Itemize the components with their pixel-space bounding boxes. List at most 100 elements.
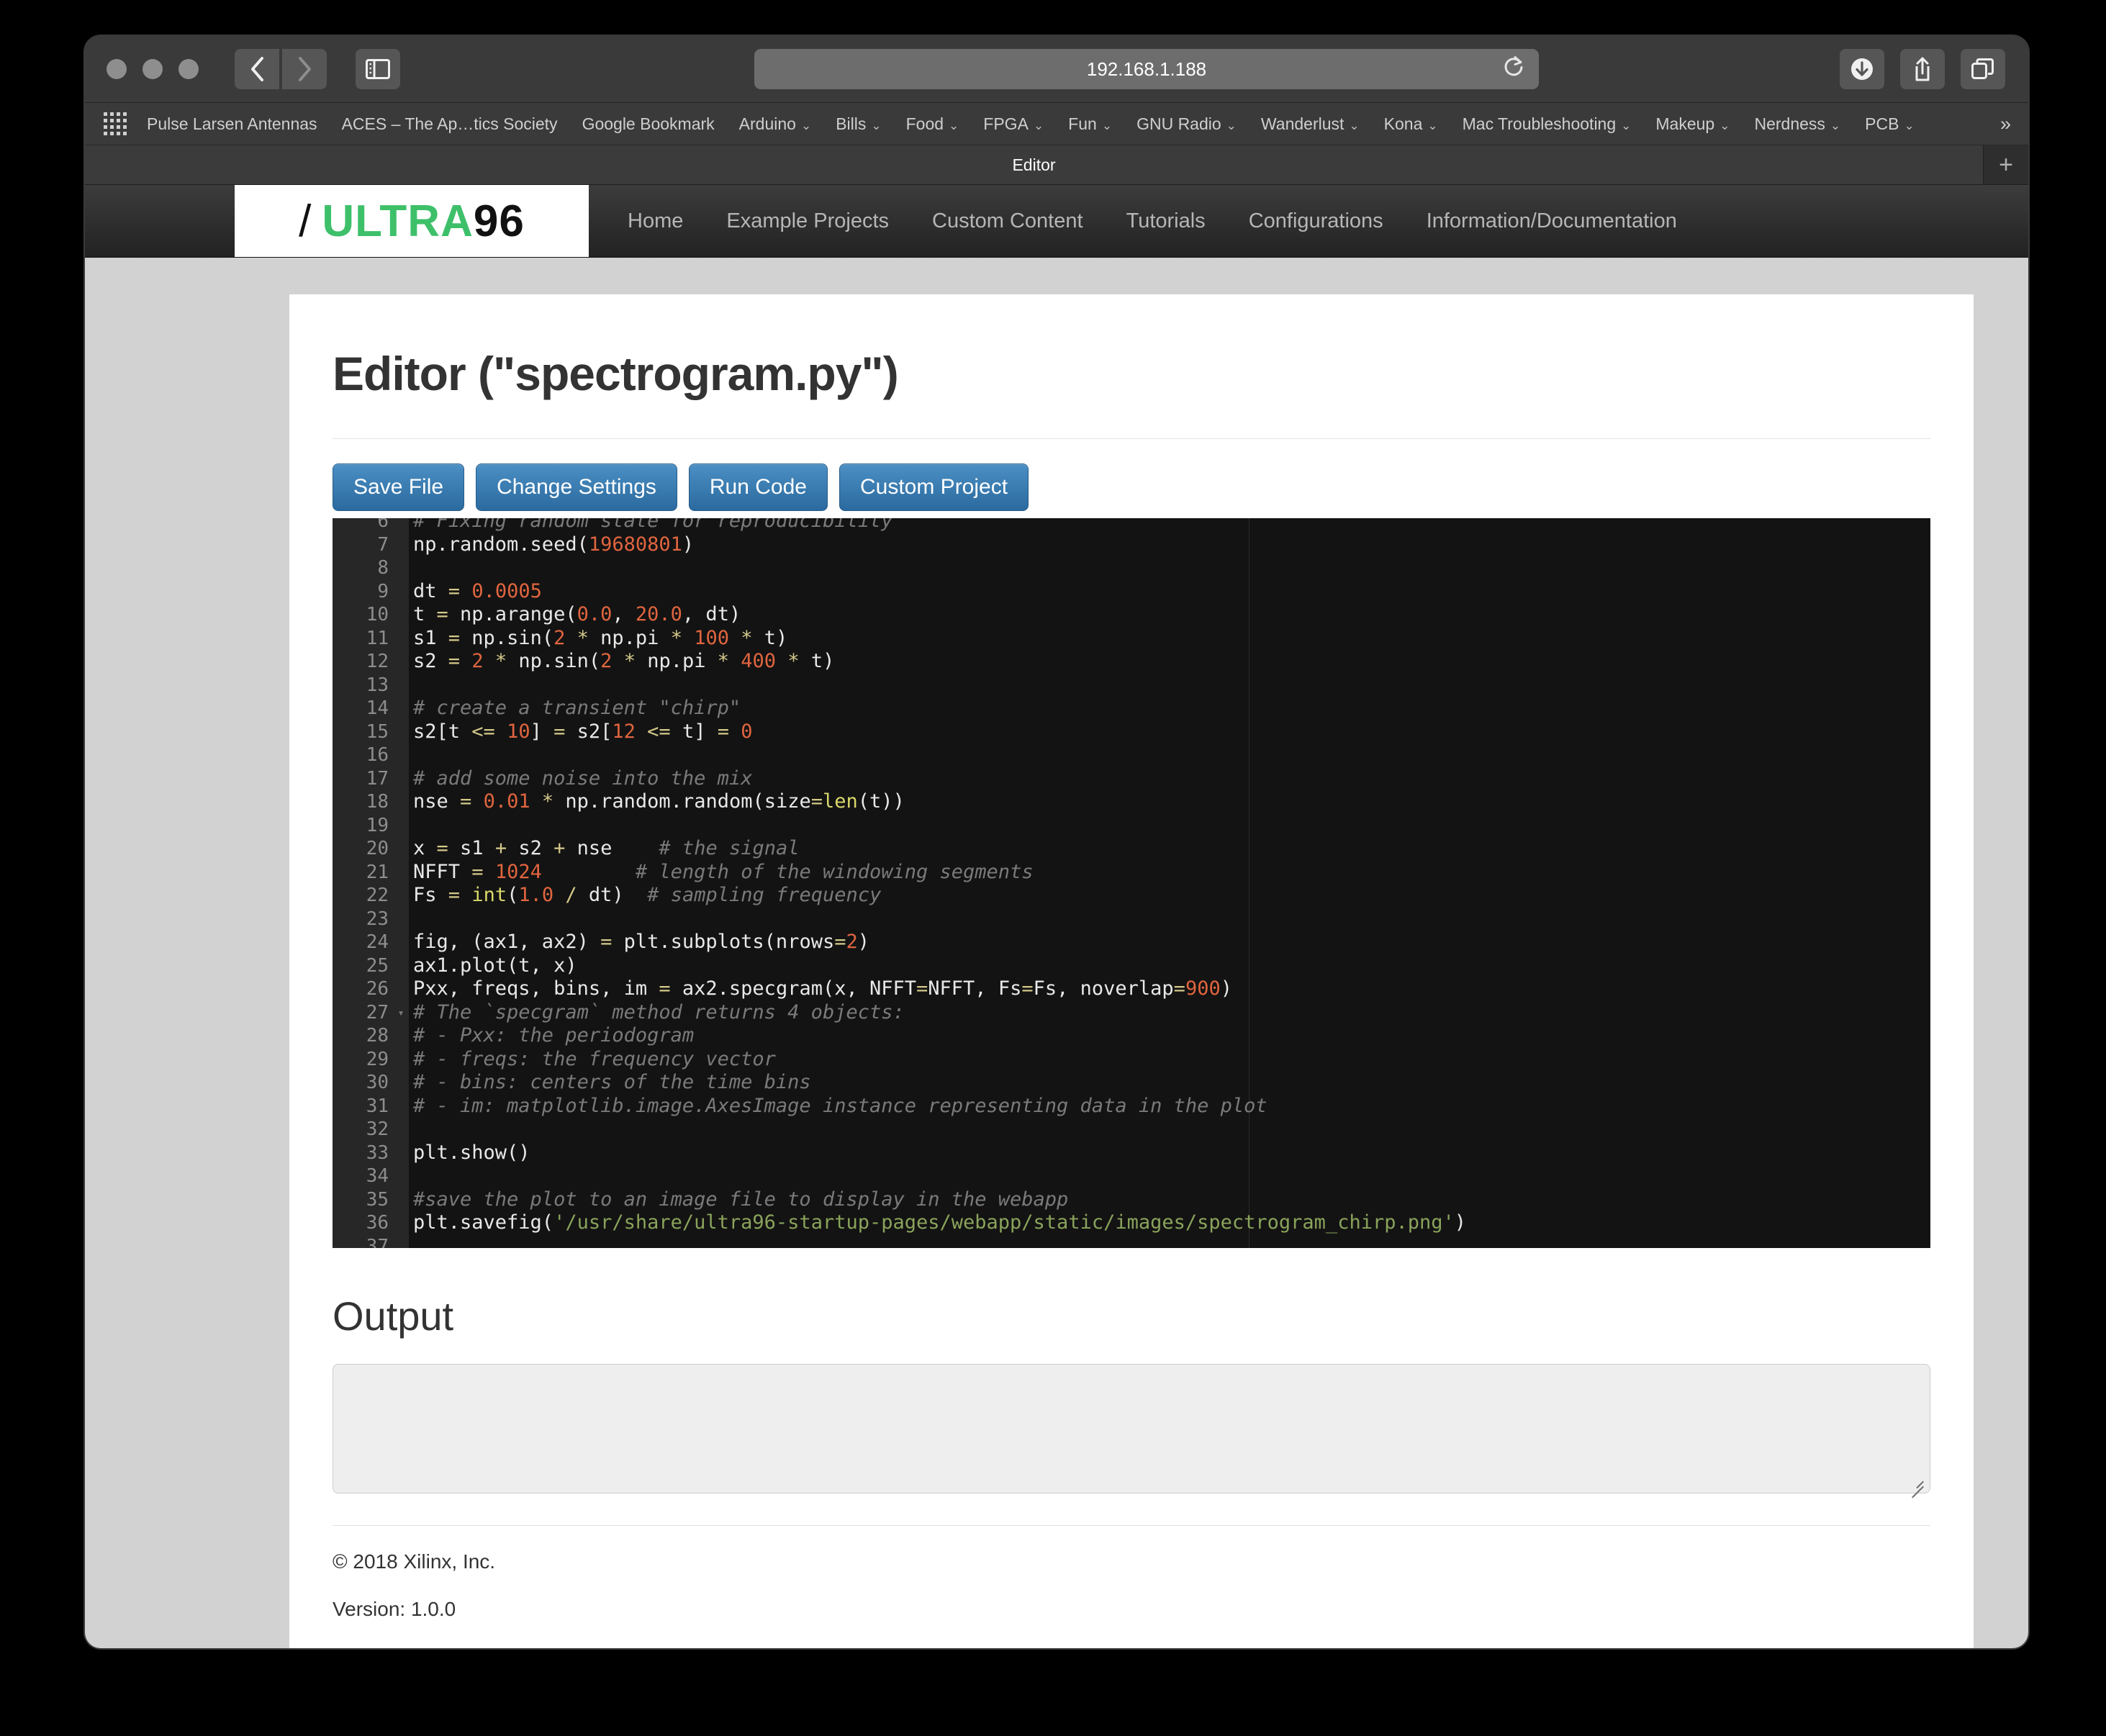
- fold-toggle-icon[interactable]: ▾: [393, 1001, 409, 1025]
- code-line[interactable]: 15 s2[t <= 10] = s2[12 <= t] = 0: [333, 720, 1930, 744]
- bookmark-item[interactable]: Wanderlust ⌄: [1261, 114, 1360, 134]
- maximize-window-button[interactable]: [178, 59, 199, 79]
- code-line[interactable]: 32: [333, 1118, 1930, 1141]
- code-line[interactable]: 13: [333, 674, 1930, 697]
- forward-button[interactable]: [282, 49, 327, 89]
- line-number: 9: [377, 580, 389, 602]
- code-line[interactable]: 29 # - freqs: the frequency vector: [333, 1048, 1930, 1072]
- tab-editor[interactable]: Editor: [85, 145, 1984, 184]
- code-line[interactable]: 37: [333, 1235, 1930, 1249]
- share-button[interactable]: [1900, 49, 1945, 89]
- content-sheet: Editor ("spectrogram.py") Save File Chang…: [289, 294, 1974, 1648]
- code-line[interactable]: 25 ax1.plot(t, x): [333, 954, 1930, 978]
- new-tab-button[interactable]: +: [1984, 145, 2028, 184]
- apps-grid-icon[interactable]: [104, 112, 127, 135]
- code-line[interactable]: 27 ▾ # The `specgram` method returns 4 obj…: [333, 1001, 1930, 1025]
- custom-project-button[interactable]: Custom Project: [839, 464, 1029, 511]
- close-window-button[interactable]: [107, 59, 127, 79]
- code-line[interactable]: 22 Fs = int(1.0 / dt) # sampling frequenc…: [333, 884, 1930, 908]
- more-bookmarks-button[interactable]: »: [1982, 103, 2011, 145]
- bookmark-item[interactable]: Pulse Larsen Antennas: [147, 114, 317, 134]
- code-line[interactable]: 8: [333, 556, 1930, 580]
- bookmark-item[interactable]: FPGA ⌄: [983, 114, 1044, 134]
- code-text: np.random.seed(19680801): [413, 533, 695, 556]
- chevron-down-icon: ⌄: [800, 118, 812, 132]
- code-text: fig, (ax1, ax2) = plt.subplots(nrows=2): [413, 931, 870, 953]
- code-line[interactable]: 36 plt.savefig('/usr/share/ultra96-startu…: [333, 1211, 1930, 1235]
- editor-code-area[interactable]: 6 # Fixing random state for reproducibili…: [333, 518, 1930, 1248]
- code-line[interactable]: 12 s2 = 2 * np.sin(2 * np.pi * 400 * t): [333, 650, 1930, 674]
- code-line[interactable]: 11 s1 = np.sin(2 * np.pi * 100 * t): [333, 627, 1930, 651]
- sidebar-toggle-button[interactable]: [356, 49, 400, 89]
- bookmark-label: Kona: [1383, 114, 1423, 133]
- line-number: 16: [366, 744, 389, 766]
- code-line[interactable]: 14 # create a transient "chirp": [333, 697, 1930, 720]
- code-line[interactable]: 33 plt.show(): [333, 1141, 1930, 1165]
- nav-link-information-documentation[interactable]: Information/Documentation: [1405, 209, 1699, 233]
- bookmark-item[interactable]: Google Bookmark: [582, 114, 715, 134]
- code-line[interactable]: 26 Pxx, freqs, bins, im = ax2.specgram(x,…: [333, 977, 1930, 1001]
- code-line[interactable]: 10 t = np.arange(0.0, 20.0, dt): [333, 603, 1930, 627]
- nav-link-custom-content[interactable]: Custom Content: [910, 209, 1105, 233]
- line-number: 28: [366, 1025, 389, 1046]
- bookmark-item[interactable]: Kona ⌄: [1384, 114, 1438, 134]
- ultra96-logo[interactable]: / ULTRA 96: [235, 185, 589, 257]
- code-line[interactable]: 31 # - im: matplotlib.image.AxesImage ins…: [333, 1095, 1930, 1118]
- line-number: 19: [366, 814, 389, 836]
- code-line[interactable]: 30 # - bins: centers of the time bins: [333, 1071, 1930, 1095]
- code-line[interactable]: 18 nse = 0.01 * np.random.random(size=len…: [333, 790, 1930, 814]
- bookmark-item[interactable]: Fun ⌄: [1068, 114, 1112, 134]
- logo-slash: /: [299, 196, 312, 246]
- code-line[interactable]: 24 fig, (ax1, ax2) = plt.subplots(nrows=2…: [333, 931, 1930, 954]
- line-number: 31: [366, 1095, 389, 1117]
- minimize-window-button[interactable]: [143, 59, 163, 79]
- line-number: 29: [366, 1048, 389, 1070]
- url-text: 192.168.1.188: [1086, 58, 1207, 80]
- share-icon: [1915, 57, 1930, 81]
- chevron-down-icon: ⌄: [1830, 118, 1841, 132]
- bookmark-item[interactable]: Food ⌄: [906, 114, 959, 134]
- code-line[interactable]: 28 # - Pxx: the periodogram: [333, 1024, 1930, 1048]
- code-line[interactable]: 23: [333, 908, 1930, 931]
- reload-button[interactable]: [1503, 55, 1524, 83]
- nav-link-example-projects[interactable]: Example Projects: [705, 209, 910, 233]
- code-text: # create a transient "chirp": [413, 697, 741, 719]
- address-bar[interactable]: 192.168.1.188: [754, 49, 1539, 89]
- back-button[interactable]: [235, 49, 279, 89]
- code-line[interactable]: 35 #save the plot to an image file to dis…: [333, 1188, 1930, 1212]
- code-line[interactable]: 9 dt = 0.0005: [333, 580, 1930, 604]
- bookmark-label: Google Bookmark: [582, 114, 715, 133]
- chevron-down-icon: ⌄: [1427, 118, 1438, 132]
- code-line[interactable]: 21 NFFT = 1024 # length of the windowing …: [333, 861, 1930, 885]
- bookmark-item[interactable]: Nerdness ⌄: [1754, 114, 1840, 134]
- resize-handle[interactable]: [1905, 1470, 1924, 1498]
- bookmark-item[interactable]: ACES – The Ap…tics Society: [342, 114, 558, 134]
- bookmark-item[interactable]: Mac Troubleshooting ⌄: [1463, 114, 1632, 134]
- code-line[interactable]: 16: [333, 743, 1930, 767]
- line-number: 6: [377, 518, 389, 532]
- save-file-button[interactable]: Save File: [333, 464, 465, 511]
- nav-link-configurations[interactable]: Configurations: [1227, 209, 1405, 233]
- code-line[interactable]: 20 x = s1 + s2 + nse # the signal: [333, 837, 1930, 861]
- code-editor[interactable]: 6 # Fixing random state for reproducibili…: [333, 518, 1930, 1248]
- tab-overview-button[interactable]: [1961, 49, 2005, 89]
- nav-link-tutorials[interactable]: Tutorials: [1105, 209, 1227, 233]
- code-line[interactable]: 7 np.random.seed(19680801): [333, 533, 1930, 557]
- nav-link-home[interactable]: Home: [606, 209, 705, 233]
- downloads-button[interactable]: [1840, 49, 1884, 89]
- output-textarea[interactable]: [333, 1364, 1930, 1498]
- code-text: ax1.plot(t, x): [413, 954, 577, 977]
- browser-toolbar: 192.168.1.188: [85, 36, 2028, 103]
- code-line[interactable]: 6 # Fixing random state for reproducibili…: [333, 518, 1930, 533]
- code-line[interactable]: 34: [333, 1165, 1930, 1188]
- code-text: #save the plot to an image file to displ…: [413, 1188, 1069, 1211]
- code-line[interactable]: 19: [333, 814, 1930, 838]
- bookmark-item[interactable]: Makeup ⌄: [1655, 114, 1730, 134]
- code-line[interactable]: 17 # add some noise into the mix: [333, 767, 1930, 791]
- bookmark-item[interactable]: Arduino ⌄: [739, 114, 812, 134]
- change-settings-button[interactable]: Change Settings: [476, 464, 677, 511]
- bookmark-item[interactable]: PCB ⌄: [1865, 114, 1915, 134]
- bookmark-item[interactable]: Bills ⌄: [836, 114, 881, 134]
- run-code-button[interactable]: Run Code: [688, 464, 828, 511]
- bookmark-item[interactable]: GNU Radio ⌄: [1136, 114, 1237, 134]
